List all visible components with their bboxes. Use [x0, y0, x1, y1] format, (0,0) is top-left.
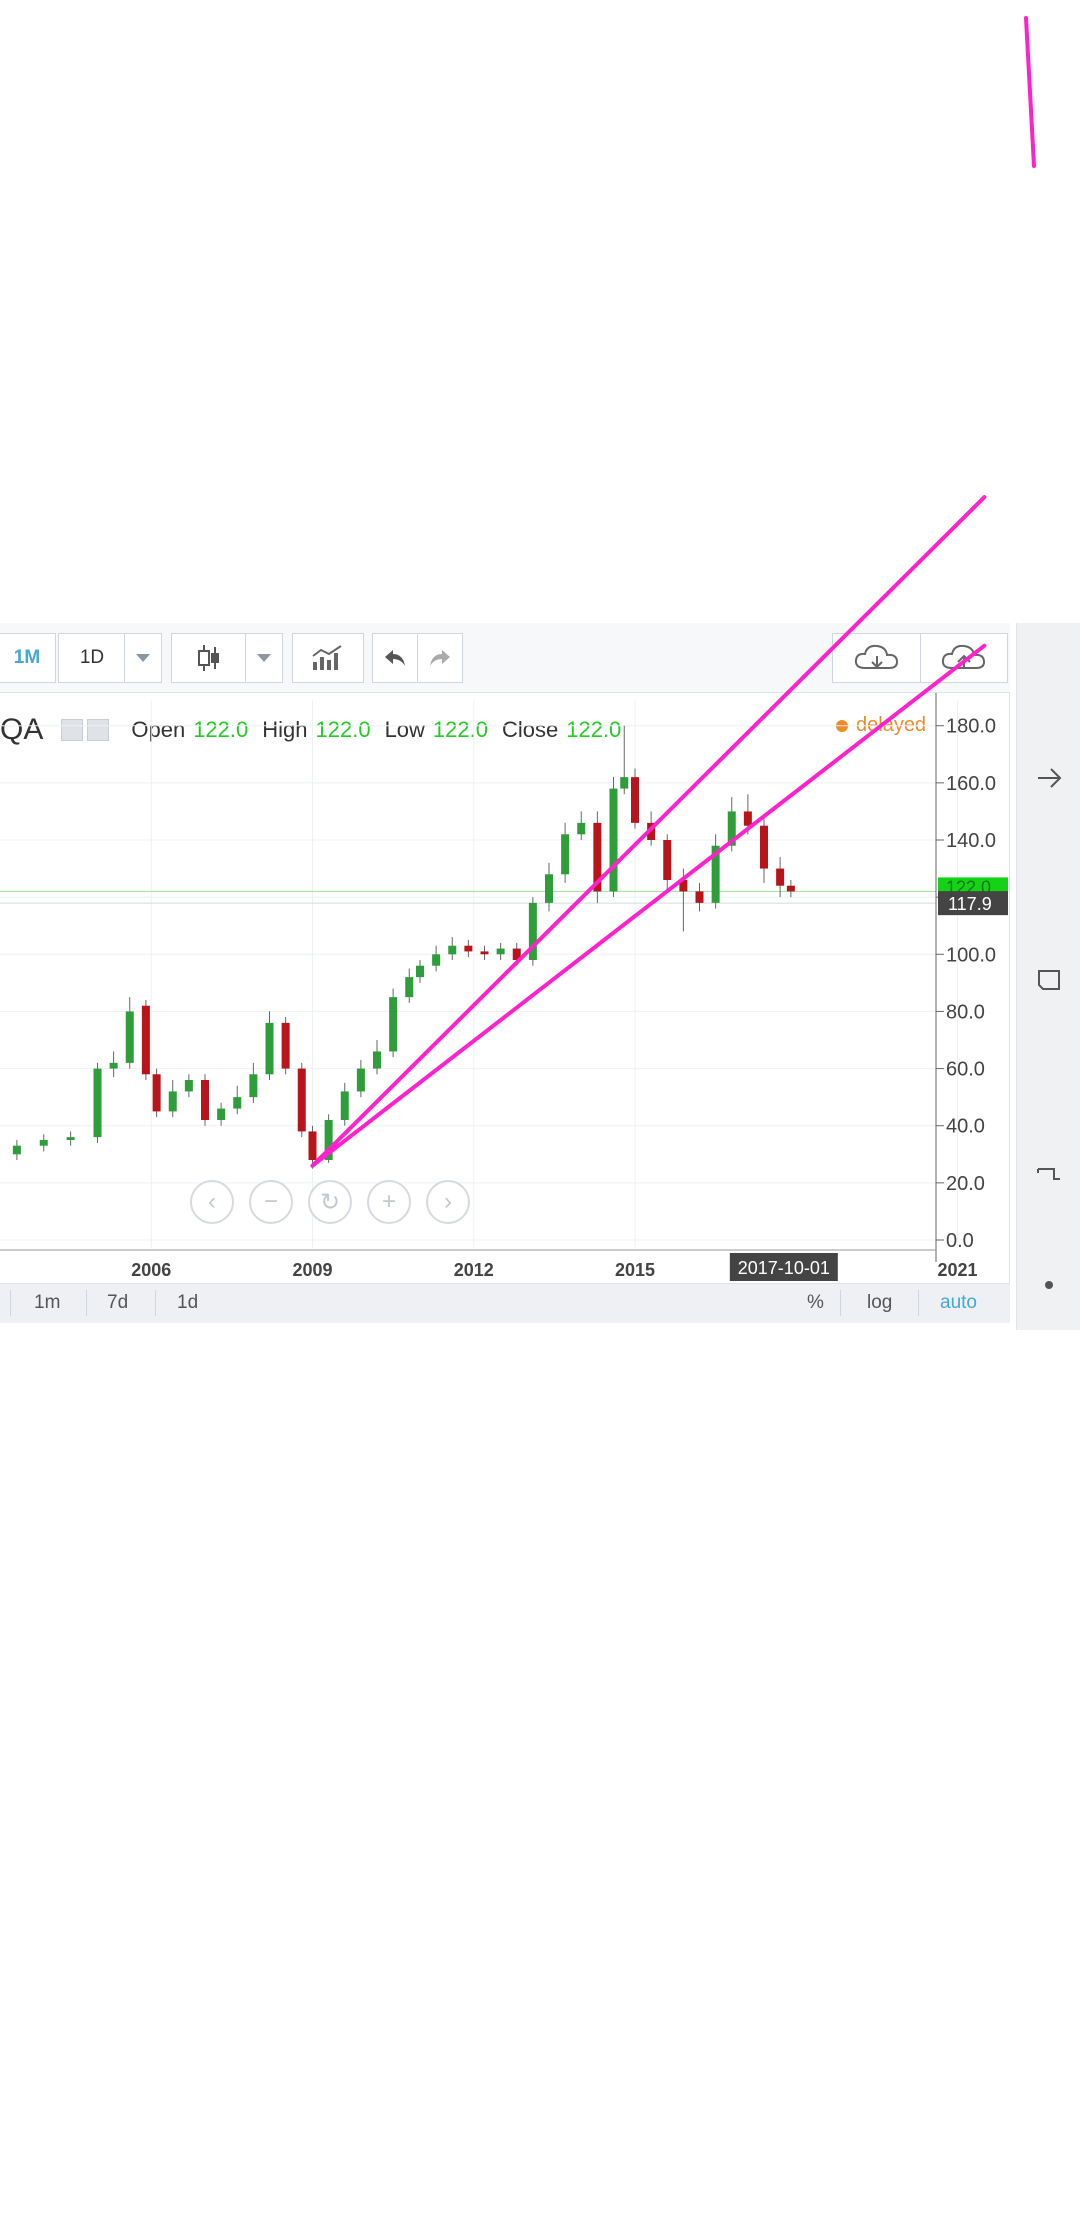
range-1d-button[interactable]: 1d — [177, 1292, 198, 1314]
low-label: Low — [384, 717, 425, 742]
high-value: 122.0 — [315, 717, 371, 742]
undo-icon — [385, 650, 405, 666]
cloud-upload-icon — [941, 644, 986, 669]
divider — [840, 1290, 841, 1316]
chevron-right-icon[interactable]: › — [426, 1180, 470, 1224]
divider — [155, 1290, 156, 1316]
range-1m-button[interactable]: 1m — [34, 1292, 60, 1314]
back-icon[interactable] — [1017, 1159, 1080, 1194]
dot-icon[interactable] — [1045, 1281, 1053, 1289]
arrow-right-icon[interactable] — [1017, 763, 1080, 798]
range-button[interactable]: 1M — [0, 633, 56, 683]
chart-style-button[interactable] — [171, 633, 247, 683]
indicators-icon — [312, 645, 342, 670]
zoom-out-icon[interactable]: − — [249, 1180, 293, 1224]
redo-icon — [430, 650, 450, 666]
eye-icon[interactable] — [61, 719, 84, 741]
divider — [918, 1290, 919, 1316]
square-icon[interactable] — [1017, 963, 1080, 998]
symbol-label: QA — [0, 713, 44, 746]
ohlc-legend: QA Open 122.0 High 122.0 Low 122.0 Close… — [0, 710, 635, 750]
interval-button[interactable]: 1D — [58, 633, 126, 683]
chevron-down-icon — [257, 654, 271, 662]
cloud-load-button[interactable] — [832, 633, 922, 683]
redo-button[interactable] — [417, 633, 463, 683]
reset-icon[interactable]: ↻ — [308, 1180, 352, 1224]
navigation-rail — [1016, 623, 1080, 1330]
open-label: Open — [131, 717, 186, 742]
chart-toolbar: 1M 1D — [0, 623, 1010, 693]
delayed-label: delayed — [856, 714, 927, 736]
auto-button[interactable]: auto — [940, 1292, 977, 1314]
chart-style-dropdown-button[interactable] — [245, 633, 283, 683]
status-dot-icon — [836, 719, 848, 732]
divider — [10, 1290, 11, 1316]
drawn-stroke — [1024, 16, 1036, 168]
divider — [86, 1290, 87, 1316]
open-value: 122.0 — [193, 717, 249, 742]
high-label: High — [262, 717, 308, 742]
candlestick-icon — [198, 645, 219, 671]
range-label: 1M — [13, 647, 41, 668]
percent-button[interactable]: % — [807, 1292, 824, 1314]
cloud-download-icon — [854, 644, 899, 669]
interval-dropdown-button[interactable] — [124, 633, 162, 683]
range-7d-button[interactable]: 7d — [107, 1292, 128, 1314]
cloud-save-button[interactable] — [920, 633, 1008, 683]
low-value: 122.0 — [432, 717, 488, 742]
plot-area[interactable] — [0, 693, 1010, 1283]
log-button[interactable]: log — [867, 1292, 892, 1314]
indicators-button[interactable] — [292, 633, 364, 683]
chevron-down-icon — [136, 654, 150, 662]
interval-label: 1D — [79, 647, 105, 668]
chevron-left-icon[interactable]: ‹ — [190, 1180, 234, 1224]
undo-button[interactable] — [372, 633, 418, 683]
range-bar: 1m 7d 1d % log auto — [0, 1283, 1010, 1323]
delayed-badge: delayed — [836, 714, 926, 737]
close-label: Close — [501, 717, 559, 742]
gear-icon[interactable] — [87, 719, 110, 741]
zoom-in-icon[interactable]: + — [367, 1180, 411, 1224]
close-value: 122.0 — [566, 717, 622, 742]
